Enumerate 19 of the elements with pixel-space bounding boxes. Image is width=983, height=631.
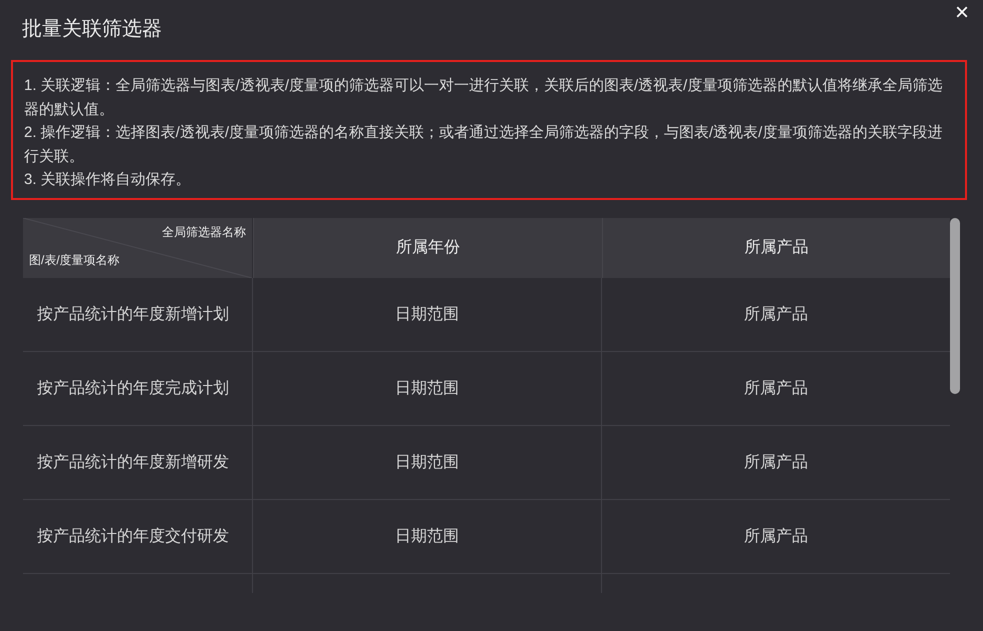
note-text: 3. 关联操作将自动保存。 [24,170,192,190]
close-button[interactable]: × [948,2,975,24]
table-cell: 所属产品 [601,426,950,498]
table-cell-text: 日期范围 [394,526,460,546]
row-name: 按产品统计的年度完成计划 [36,378,229,398]
table-cell-text: 日期范围 [394,452,460,472]
row-name: 按产品统计的年度新增计划 [36,304,229,324]
table-cell: 所属产品 [601,500,950,572]
column-header: 所属年份 [253,218,602,278]
table-cell-text: 日期范围 [394,304,460,324]
corner-top-label: 全局筛选器名称 [162,224,246,240]
note-text: 2. 操作逻辑：选择图表/透视表/度量项筛选器的名称直接关联；或者通过选择全局筛选器的字段，与图表/透视表/度量项筛选器的关联字段进行关联。 [24,123,944,166]
corner-bottom-label: 图/表/度量项名称 [29,252,120,268]
row-name: 按产品统计的年度交付研发 [36,526,229,546]
row-name: 按产品统计的年度新增研发 [36,452,229,472]
dialog-title: 批量关联筛选器 [22,17,162,42]
note-text: 1. 关联逻辑：全局筛选器与图表/透视表/度量项的筛选器可以一对一进行关联，关联后的图表/透视表/度量项筛选器的默认值将继承全局筛选器的默认值。 [24,76,944,120]
table-cell-text: 日期范围 [394,378,460,398]
scrollbar-thumb[interactable] [950,218,960,394]
